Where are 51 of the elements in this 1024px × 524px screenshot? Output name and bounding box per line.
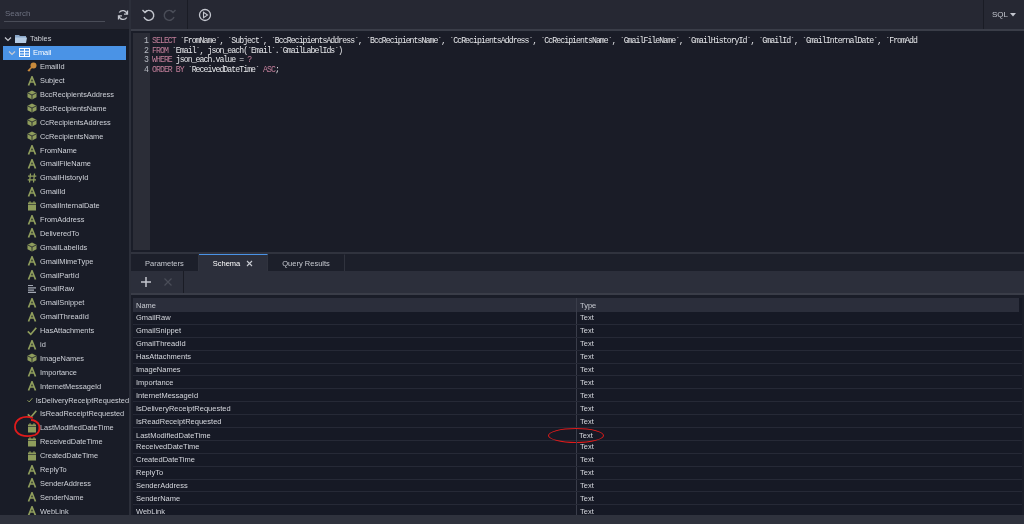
letter-a-icon [27,506,37,515]
cube-icon [27,353,37,364]
letter-a-icon [27,478,37,489]
line-number: 1 [143,36,150,46]
key-icon [27,61,37,72]
letter-a-icon [27,381,37,392]
letter-a-icon [27,270,37,281]
refresh-icon [117,8,129,21]
check-icon [27,409,37,419]
check-icon [27,325,37,336]
calendar-icon [27,450,37,461]
letter-a-icon [27,367,37,378]
lines-icon [27,283,37,294]
code-line: ORDER BY `ReceivedDateTime` ASC; [152,64,280,74]
plus-icon [139,275,153,289]
calendar-icon [27,422,37,433]
table-icon [19,48,30,58]
letter-a-icon [27,339,37,350]
cube-icon [27,89,37,100]
code-line: SELECT `FromName`, `Subject`, `BccRecipientsAddress`, `BccRecipientsName`, `CcRecipientsAddress`, `CcRecipientsName`, `GmailFileName`, `GmailHistoryId`, `GmailId`, `GmailInternalDate`, `FromAdd [152,36,917,46]
line-number: 4 [143,64,150,74]
letter-a-icon [27,158,37,169]
cube-icon [27,103,37,114]
letter-a-icon [27,297,37,308]
letter-a-icon [27,492,37,503]
search-field[interactable]: Search [0,0,113,29]
code-line: FROM `Email`, json_each(`Email`.`GmailLabelIds`) [152,45,344,55]
cube-icon [27,242,37,253]
calendar-icon [27,436,37,447]
run-icon [198,7,212,22]
cube-icon [27,131,37,142]
code-line: WHERE json_each.value = ? [152,55,252,65]
calendar-icon [27,200,37,211]
line-number: 3 [143,55,150,65]
letter-a-icon [27,145,37,156]
letter-a-icon [27,186,37,197]
caret-icon [1010,12,1016,17]
letter-a-icon [27,311,37,322]
letter-a-icon [27,228,37,239]
hash-icon [27,172,37,183]
letter-a-icon [27,256,37,267]
language-dropdown[interactable]: SQL [983,0,1024,29]
undo-icon [141,7,155,22]
letter-a-icon [27,214,37,225]
line-number: 2 [143,45,150,55]
cube-icon [27,117,37,128]
folder-icon [15,34,27,44]
redo-icon [163,7,177,22]
close-icon[interactable] [246,259,254,267]
letter-a-icon [27,464,37,475]
letter-a-icon [27,75,37,86]
